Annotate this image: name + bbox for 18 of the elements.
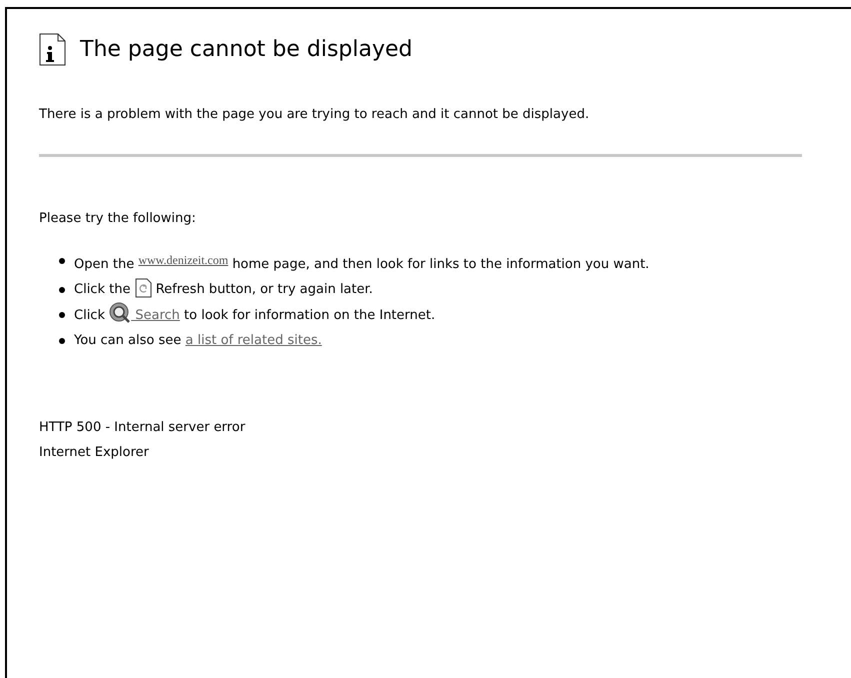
- refresh-page-icon: [134, 278, 152, 298]
- bullet-icon: [59, 338, 65, 344]
- page-title: The page cannot be displayed: [80, 37, 413, 62]
- link[interactable]: a list of related sites.: [185, 333, 322, 348]
- suggestions-heading: Please try the following:: [39, 211, 197, 226]
- footer-text: HTTP 500 - Internal server error: [39, 419, 246, 437]
- bullet-icon: [59, 312, 65, 318]
- suggestion-text: Click Search to look for information on the Internet.: [74, 302, 714, 328]
- site-link[interactable]: www.denizeit.com: [138, 253, 228, 267]
- suggestion-text: You can also see a list of related sites.: [74, 332, 323, 350]
- bullet-icon: [59, 287, 65, 293]
- magnifier-icon: [109, 302, 132, 324]
- suggestion-text: Click the Refresh button, or try again later.: [74, 277, 714, 302]
- info-document-icon: [39, 33, 66, 66]
- link[interactable]: Search: [131, 308, 180, 323]
- footer-text: Internet Explorer: [39, 444, 150, 462]
- bullet-icon: [59, 258, 65, 264]
- error-message: There is a problem with the page you are trying to reach and it cannot be displayed.: [39, 106, 590, 124]
